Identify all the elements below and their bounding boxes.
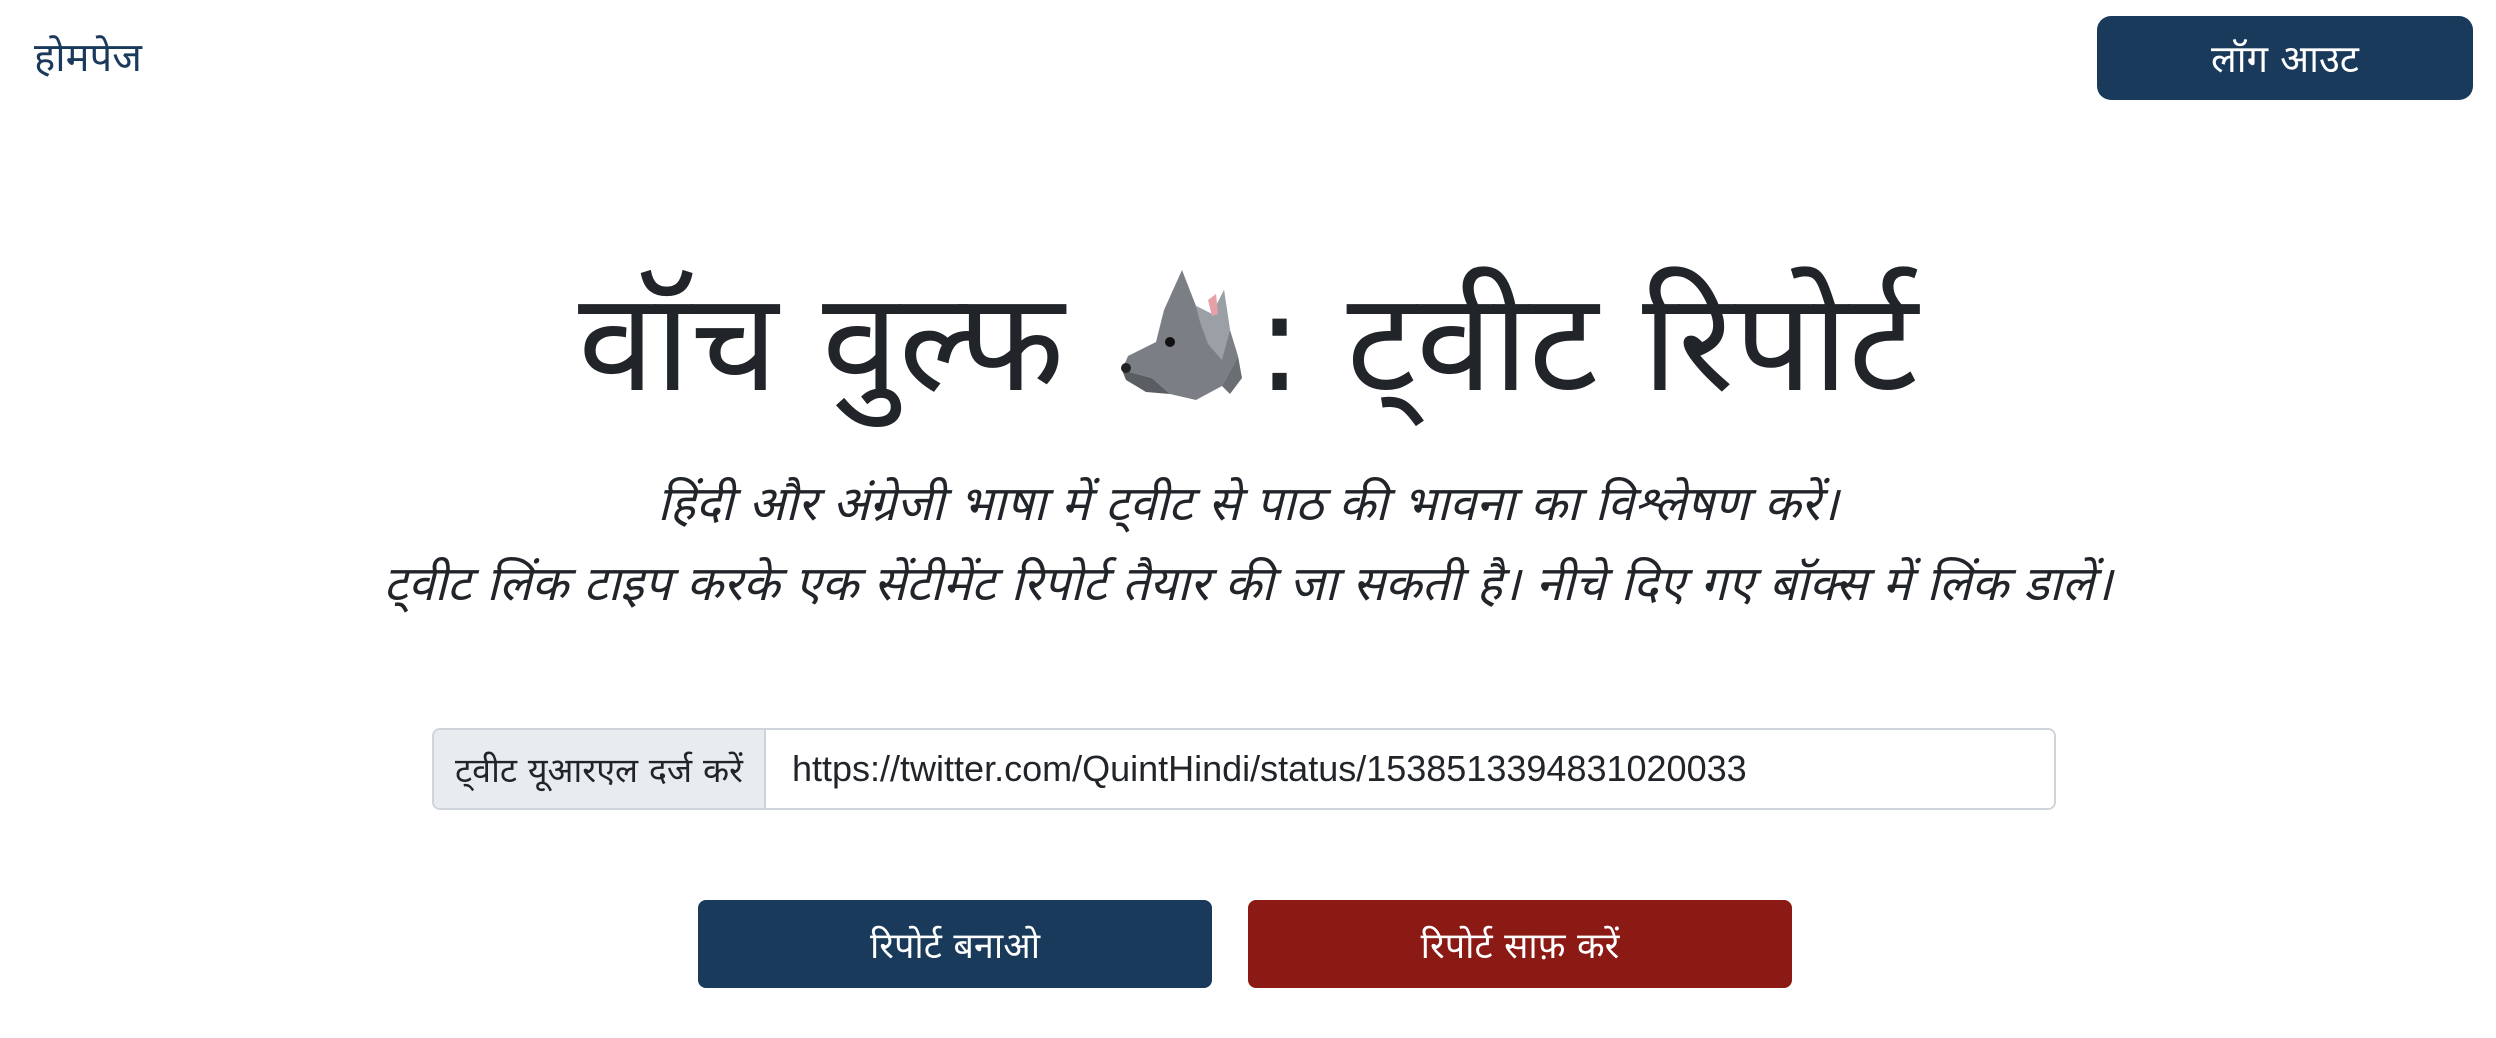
logout-button[interactable]: लॉग आउट <box>2097 16 2473 100</box>
tweet-url-input[interactable] <box>766 730 2054 808</box>
generate-report-button[interactable]: रिपोर्ट बनाओ <box>698 900 1212 988</box>
wolf-icon <box>1121 270 1243 400</box>
page-title: वॉच वुल्फ : ट्वीट रिपोर्ट <box>0 258 2496 428</box>
subtitle-line-1: हिंदी और अंग्रेजी भाषा में ट्वीट से पाठ … <box>657 476 1839 532</box>
home-link[interactable]: होमपेज <box>34 28 142 83</box>
title-suffix: : ट्वीट रिपोर्ट <box>1256 262 1918 423</box>
page: होमपेज लॉग आउट वॉच वुल्फ : ट्वीट रिपोर्ट… <box>0 0 2496 1038</box>
url-input-label: ट्वीट यूआरएल दर्ज करें <box>434 730 766 808</box>
title-text: वॉच वुल्फ <box>578 262 1065 423</box>
clear-report-button[interactable]: रिपोर्ट साफ़ करें <box>1248 900 1792 988</box>
url-input-group: ट्वीट यूआरएल दर्ज करें <box>432 728 2056 810</box>
subtitle-line-2: ट्वीट लिंक टाइप करके एक सेंटीमेंट रिपोर्… <box>383 556 2113 612</box>
